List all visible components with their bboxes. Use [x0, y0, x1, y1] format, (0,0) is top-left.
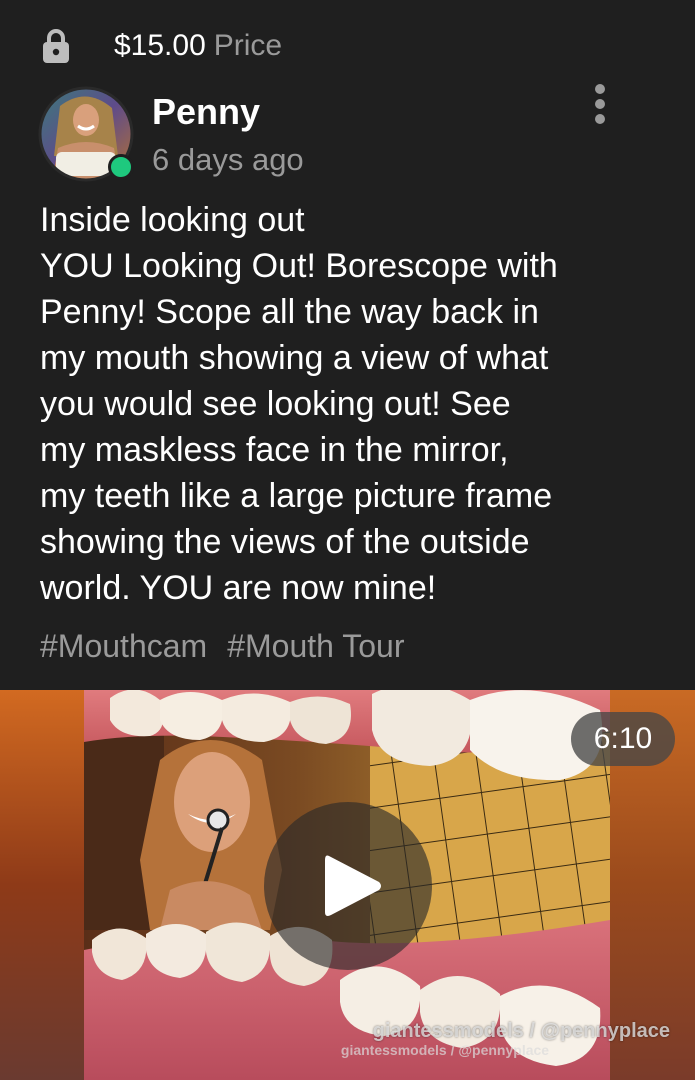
more-dot	[595, 114, 605, 124]
post-text-line: Penny! Scope all the way back in	[40, 293, 539, 331]
hashtag-mouth-tour[interactable]: #Mouth Tour	[227, 628, 404, 665]
more-options-icon[interactable]	[586, 80, 614, 128]
avatar[interactable]	[38, 86, 134, 182]
post-text-line: showing the views of the outside	[40, 523, 530, 561]
play-button[interactable]	[264, 802, 432, 970]
post-text-line: YOU Looking Out! Borescope with	[40, 247, 558, 285]
author-meta: Penny 6 days ago	[152, 90, 304, 180]
author-name[interactable]: Penny	[152, 90, 304, 134]
price-row: $15.00 Price	[42, 24, 282, 68]
watermark-small: giantessmodels / @pennyplace	[340, 1042, 550, 1058]
post-text-line: world. YOU are now mine!	[40, 569, 437, 607]
play-icon	[325, 855, 381, 916]
video-player[interactable]: 6:10 giantessmodels / @pennyplace giante…	[0, 690, 695, 1080]
post-card: $15.00 Price Penny 6 days ago Inside loo…	[0, 0, 695, 1080]
video-duration-badge: 6:10	[571, 712, 675, 766]
hashtags: #Mouthcam #Mouth Tour	[40, 628, 404, 665]
price-label: Price	[213, 29, 283, 62]
more-dot	[595, 84, 605, 94]
post-text: Inside looking out YOU Looking Out! Bore…	[40, 197, 665, 611]
more-dot	[595, 99, 605, 109]
online-status-dot	[108, 154, 134, 180]
price-amount: $15.00	[114, 29, 206, 62]
lock-icon	[43, 29, 69, 63]
post-text-line: my maskless face in the mirror,	[40, 431, 509, 469]
watermark: giantessmodels / @pennyplace	[372, 1020, 670, 1042]
author-row: Penny 6 days ago	[38, 86, 304, 182]
post-text-line: Inside looking out	[40, 201, 305, 239]
post-text-line: my mouth showing a view of what	[40, 339, 549, 377]
post-text-line: you would see looking out! See	[40, 385, 511, 423]
post-text-line: my teeth like a large picture frame	[40, 477, 553, 515]
post-timestamp: 6 days ago	[152, 142, 304, 177]
hashtag-mouthcam[interactable]: #Mouthcam	[40, 628, 207, 665]
